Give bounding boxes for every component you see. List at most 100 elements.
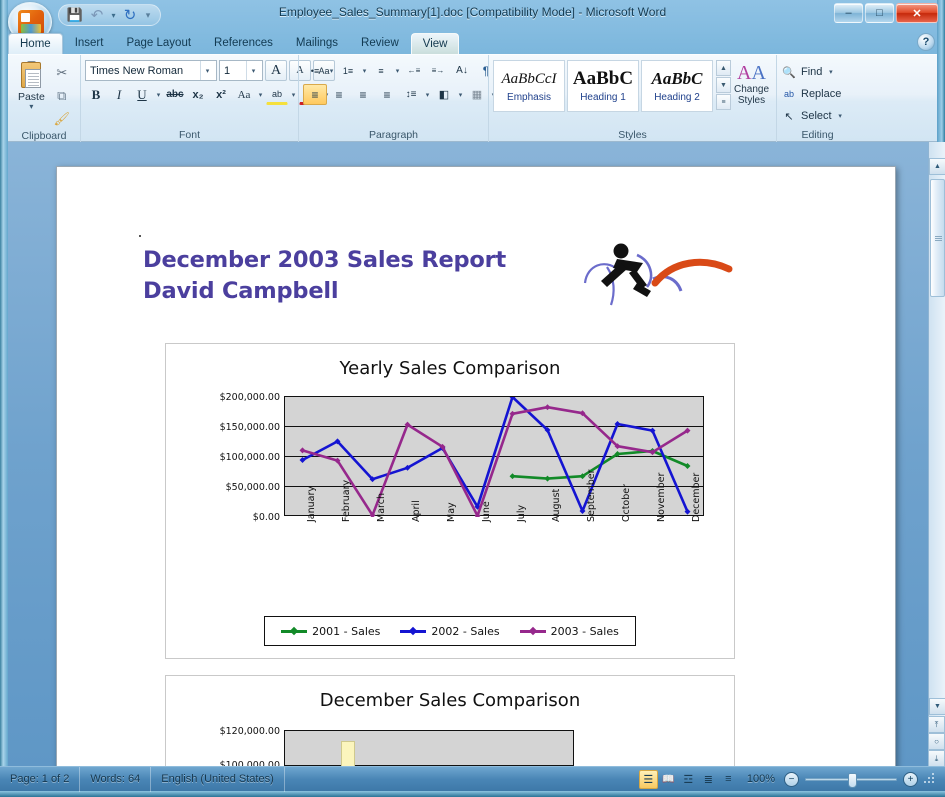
multilevel-list-icon[interactable]: ≡ <box>369 60 393 81</box>
tab-home[interactable]: Home <box>8 33 63 54</box>
align-right-icon[interactable]: ≡ <box>351 84 375 105</box>
text-highlight-icon[interactable]: ab <box>266 84 288 105</box>
full-screen-reading-view-icon[interactable]: 📖 <box>659 770 678 789</box>
status-language[interactable]: English (United States) <box>151 766 285 792</box>
select-dropdown-icon[interactable]: ▾ <box>836 112 845 120</box>
tab-references[interactable]: References <box>203 33 284 54</box>
status-page[interactable]: Page: 1 of 2 <box>0 766 81 792</box>
bullets-dropdown-icon[interactable]: ▾ <box>327 67 336 75</box>
copy-icon[interactable]: ⧉ <box>51 86 73 106</box>
draft-view-icon[interactable]: ≡ <box>719 770 738 789</box>
replace-button[interactable]: ab Replace <box>781 83 841 105</box>
shading-icon[interactable]: ◧ <box>432 84 456 105</box>
cut-icon[interactable]: ✂ <box>51 63 73 83</box>
chart1-xtick-may: May <box>445 502 457 522</box>
scrollbar-thumb[interactable] <box>930 179 945 297</box>
borders-icon[interactable]: ▦ <box>465 84 489 105</box>
strikethrough-icon[interactable]: abc <box>164 84 186 105</box>
bullets-icon[interactable]: •≡ <box>303 60 327 81</box>
print-layout-view-icon[interactable]: ☰ <box>638 769 658 789</box>
tab-page-layout[interactable]: Page Layout <box>115 33 202 54</box>
next-page-button[interactable]: ⤓ <box>928 750 945 767</box>
help-icon[interactable]: ? <box>917 33 935 51</box>
numbering-icon[interactable]: 1≡ <box>336 60 360 81</box>
tab-review[interactable]: Review <box>350 33 410 54</box>
find-dropdown-icon[interactable]: ▾ <box>826 68 835 76</box>
style-item-heading-1[interactable]: AaBbC Heading 1 <box>567 60 639 112</box>
grow-font-icon[interactable]: A <box>265 60 287 81</box>
style-sample-heading-1: AaBbC <box>572 68 634 89</box>
select-browse-object-button[interactable]: ○ <box>928 733 945 750</box>
select-button[interactable]: ↖ Select ▾ <box>781 105 845 127</box>
paste-dropdown-icon[interactable]: ▾ <box>29 103 33 111</box>
zoom-in-button[interactable]: + <box>903 771 918 787</box>
minimize-button[interactable]: – <box>834 3 863 23</box>
legend-marker-2001 <box>281 626 308 636</box>
style-item-emphasis[interactable]: AaBbCcI Emphasis <box>493 60 565 112</box>
status-word-count[interactable]: Words: 64 <box>80 766 152 792</box>
style-item-heading-2[interactable]: AaBbC Heading 2 <box>641 60 713 112</box>
align-left-icon[interactable]: ≡ <box>303 84 327 105</box>
chart2-title: December Sales Comparison <box>319 690 581 711</box>
legend-label-2003: 2003 - Sales <box>550 624 619 638</box>
tab-mailings[interactable]: Mailings <box>285 33 349 54</box>
resize-gripper[interactable] <box>923 773 935 785</box>
format-painter-icon[interactable]: 🖌 <box>51 109 73 129</box>
bold-icon[interactable]: B <box>85 84 107 105</box>
style-name-emphasis: Emphasis <box>507 92 551 103</box>
zoom-slider[interactable] <box>805 772 897 788</box>
styles-scroll-down-icon[interactable]: ▼ <box>716 77 731 93</box>
change-case-dropdown-icon[interactable]: ▾ <box>256 91 265 99</box>
sort-icon[interactable]: A↓ <box>450 60 474 81</box>
maximize-button[interactable]: □ <box>865 3 894 23</box>
underline-icon[interactable]: U <box>131 84 153 105</box>
change-styles-button[interactable]: AA Change Styles <box>731 60 772 106</box>
line-spacing-icon[interactable]: ↕≡ <box>399 84 423 105</box>
font-name-dropdown-icon[interactable]: ▾ <box>200 61 214 80</box>
chart1-xtick-december: December <box>690 472 702 522</box>
font-name-input[interactable]: Times New Roman ▾ <box>85 60 217 81</box>
superscript-icon[interactable]: x² <box>210 84 232 105</box>
chart-december-sales-comparison[interactable]: December Sales Comparison $120,000.00 $1… <box>165 675 735 766</box>
vertical-scrollbar[interactable]: ▲ ▼ <box>928 142 945 766</box>
align-center-icon[interactable]: ≡ <box>327 84 351 105</box>
scroll-down-button[interactable]: ▼ <box>929 698 945 715</box>
close-button[interactable]: ✕ <box>896 3 938 23</box>
highlight-dropdown-icon[interactable]: ▾ <box>289 91 298 99</box>
find-button[interactable]: 🔍 Find ▾ <box>781 61 835 83</box>
italic-icon[interactable]: I <box>108 84 130 105</box>
tab-insert[interactable]: Insert <box>64 33 115 54</box>
tab-view[interactable]: View <box>410 33 460 54</box>
styles-more-icon[interactable]: ≡ <box>716 94 731 110</box>
zoom-out-button[interactable]: − <box>784 771 799 787</box>
font-size-dropdown-icon[interactable]: ▾ <box>246 61 260 80</box>
chart1-xtick-july: July <box>515 504 527 522</box>
decrease-indent-icon[interactable]: ←≡ <box>402 60 426 81</box>
underline-dropdown-icon[interactable]: ▾ <box>154 91 163 99</box>
numbering-dropdown-icon[interactable]: ▾ <box>360 67 369 75</box>
line-spacing-dropdown-icon[interactable]: ▾ <box>423 91 432 99</box>
justify-icon[interactable]: ≡ <box>375 84 399 105</box>
zoom-slider-thumb[interactable] <box>848 772 857 788</box>
increase-indent-icon[interactable]: ≡→ <box>426 60 450 81</box>
change-case-icon[interactable]: Aa <box>233 84 255 105</box>
multilevel-dropdown-icon[interactable]: ▾ <box>393 67 402 75</box>
chart1-ytick-150000: $150,000.00 <box>219 422 280 433</box>
styles-scroll-up-icon[interactable]: ▲ <box>716 60 731 76</box>
chart1-xtick-april: April <box>410 500 422 522</box>
style-sample-emphasis: AaBbCcI <box>501 71 557 87</box>
zoom-level-label[interactable]: 100% <box>739 773 783 785</box>
outline-view-icon[interactable]: ≣ <box>699 770 718 789</box>
paste-button[interactable]: Paste ▾ <box>12 60 51 111</box>
document-page[interactable]: December 2003 Sales Report David Campbel… <box>56 166 896 766</box>
previous-page-button[interactable]: ⤒ <box>928 716 945 733</box>
document-workspace[interactable]: December 2003 Sales Report David Campbel… <box>8 142 937 766</box>
chart2-bar-1 <box>341 741 355 766</box>
shading-dropdown-icon[interactable]: ▾ <box>456 91 465 99</box>
chart-yearly-sales-comparison[interactable]: Yearly Sales Comparison $200,000.00 $150… <box>165 343 735 659</box>
web-layout-view-icon[interactable]: ☲ <box>679 770 698 789</box>
scroll-up-button[interactable]: ▲ <box>929 158 945 175</box>
font-size-input[interactable]: 1 ▾ <box>219 60 263 81</box>
subscript-icon[interactable]: x₂ <box>187 84 209 105</box>
ribbon-group-editing: 🔍 Find ▾ ab Replace ↖ Select ▾ Editing <box>776 55 858 143</box>
